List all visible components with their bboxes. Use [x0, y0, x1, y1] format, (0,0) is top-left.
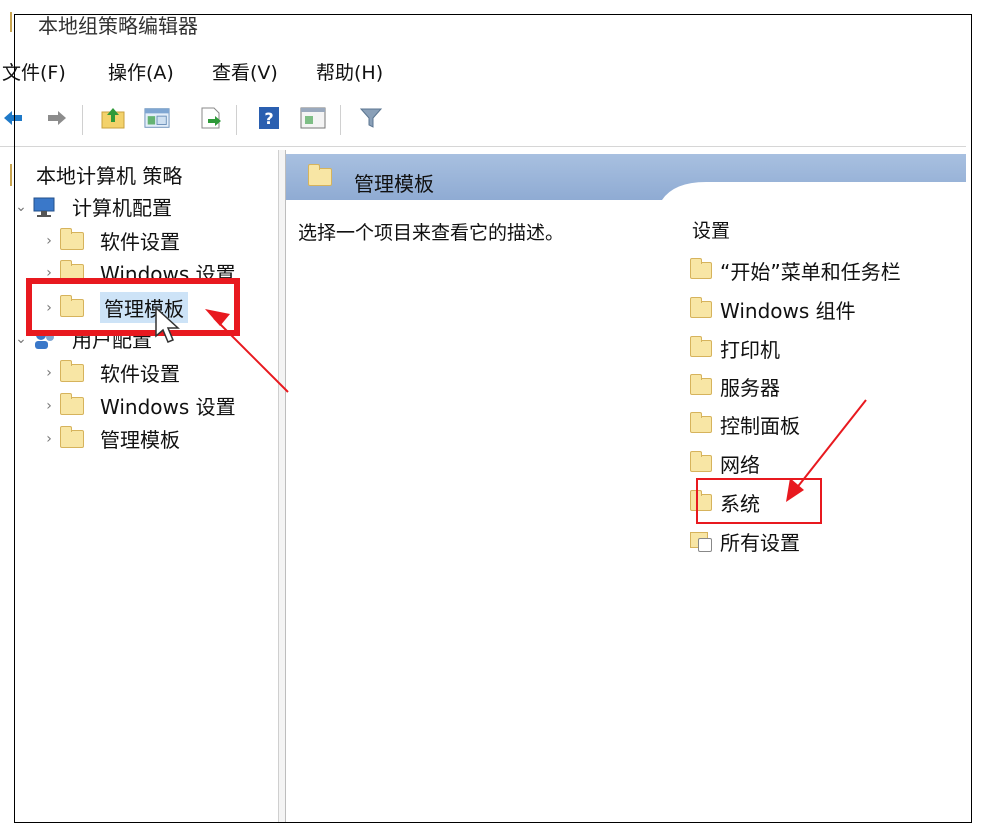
- list-item-label: 网络: [720, 453, 760, 477]
- folder-icon: [60, 359, 84, 382]
- folder-icon: [690, 297, 712, 318]
- chevron-right-icon[interactable]: ›: [38, 233, 60, 249]
- app-icon: [10, 12, 22, 32]
- description-text: 选择一个项目来查看它的描述。: [298, 222, 565, 244]
- tree-item-windows-settings[interactable]: › Windows 设置: [38, 391, 236, 420]
- up-folder-icon[interactable]: [100, 105, 126, 131]
- back-arrow-icon[interactable]: [0, 105, 26, 131]
- list-item-label: “开始”菜单和任务栏: [720, 260, 901, 284]
- list-item-windows-components[interactable]: Windows 组件: [690, 295, 856, 324]
- toolbar-separator: [236, 105, 237, 135]
- tree-item-software-settings[interactable]: › 软件设置: [38, 358, 180, 387]
- menu-action[interactable]: 操作(A): [108, 58, 174, 85]
- folder-icon: [690, 412, 712, 433]
- computer-config-label: 计算机配置: [72, 196, 172, 220]
- toolbar-separator: [82, 105, 83, 135]
- menu-file[interactable]: 文件(F): [2, 58, 66, 85]
- all-settings-icon: [690, 531, 712, 552]
- annotation-highlight-system: [696, 478, 822, 524]
- console-tree: 本地计算机 策略 ⌄ 计算机配置 › 软件设置 › Windows 设置 › 管…: [0, 150, 278, 823]
- list-item-network[interactable]: 网络: [690, 449, 760, 478]
- tree-item-label: 管理模板: [100, 428, 180, 452]
- folder-icon: [60, 227, 84, 250]
- filter-icon[interactable]: [358, 105, 384, 131]
- policy-icon: [10, 163, 16, 186]
- chevron-right-icon[interactable]: ›: [38, 398, 60, 414]
- annotation-highlight-admin-templates: [26, 278, 240, 336]
- menu-view[interactable]: 查看(V): [212, 58, 278, 85]
- properties-icon[interactable]: [300, 105, 326, 131]
- folder-icon: [690, 451, 712, 472]
- column-header-settings[interactable]: 设置: [692, 216, 730, 243]
- title-bar: 本地组策略编辑器: [0, 0, 960, 40]
- list-item-all-settings[interactable]: 所有设置: [690, 527, 800, 556]
- tree-item-admin-templates[interactable]: › 管理模板: [38, 424, 180, 453]
- chevron-down-icon[interactable]: ⌄: [10, 199, 32, 215]
- folder-icon: [690, 336, 712, 357]
- toolbar-divider: [0, 146, 966, 147]
- list-item-label: Windows 组件: [720, 299, 856, 323]
- svg-text:?: ?: [264, 109, 273, 128]
- toolbar: ?: [0, 101, 960, 141]
- forward-arrow-icon[interactable]: [44, 105, 70, 131]
- tree-root[interactable]: 本地计算机 策略: [10, 160, 182, 189]
- export-list-icon[interactable]: [198, 105, 224, 131]
- list-item-label: 服务器: [720, 376, 780, 400]
- folder-icon: [60, 425, 84, 448]
- list-item-server[interactable]: 服务器: [690, 372, 780, 401]
- computer-icon: [33, 197, 55, 217]
- window-title: 本地组策略编辑器: [38, 14, 198, 38]
- list-item-label: 控制面板: [720, 414, 800, 438]
- toolbar-separator: [340, 105, 341, 135]
- header-title: 管理模板: [354, 172, 434, 196]
- header-band: 管理模板: [286, 154, 966, 208]
- tree-computer-config[interactable]: ⌄ 计算机配置: [10, 192, 172, 221]
- folder-icon: [690, 258, 712, 279]
- mouse-cursor-icon: [155, 306, 180, 343]
- list-item-label: 打印机: [720, 338, 780, 362]
- list-item-printers[interactable]: 打印机: [690, 334, 780, 363]
- chevron-right-icon[interactable]: ›: [38, 431, 60, 447]
- list-item-start-menu[interactable]: “开始”菜单和任务栏: [690, 256, 901, 285]
- tree-item-label: Windows 设置: [100, 395, 236, 419]
- list-item-label: 所有设置: [720, 531, 800, 555]
- folder-icon: [60, 392, 84, 415]
- tree-root-label: 本地计算机 策略: [36, 164, 183, 188]
- help-icon[interactable]: ?: [256, 105, 282, 131]
- list-item-control-panel[interactable]: 控制面板: [690, 410, 800, 439]
- tree-item-software-settings[interactable]: › 软件设置: [38, 226, 180, 255]
- chevron-right-icon[interactable]: ›: [38, 365, 60, 381]
- pane-splitter[interactable]: [278, 150, 286, 823]
- menu-help[interactable]: 帮助(H): [316, 58, 383, 85]
- details-pane: 管理模板 选择一个项目来查看它的描述。 设置 “开始”菜单和任务栏 Window…: [286, 150, 966, 823]
- tree-item-label: 软件设置: [100, 362, 180, 386]
- tree-item-label: 软件设置: [100, 230, 180, 254]
- folder-icon: [690, 374, 712, 395]
- folder-icon: [308, 164, 332, 186]
- show-hide-tree-icon[interactable]: [144, 105, 170, 131]
